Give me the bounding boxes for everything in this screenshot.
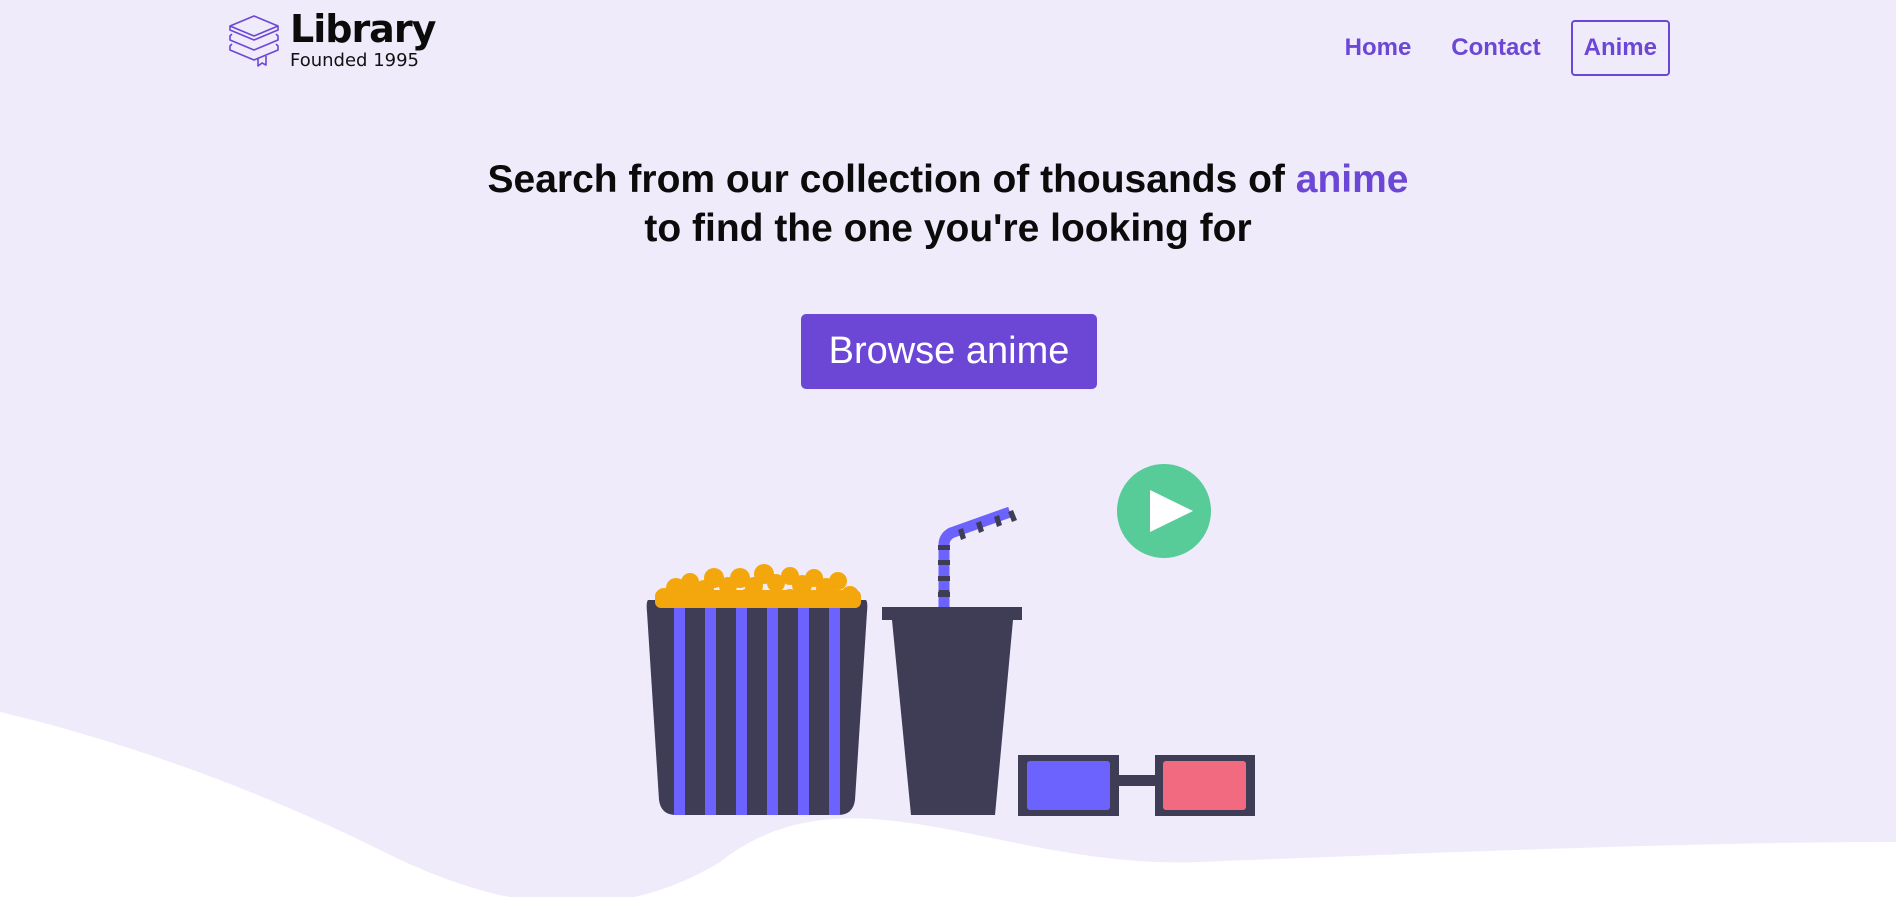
- page: Library Founded 1995 Home Contact Anime …: [0, 0, 1896, 897]
- drink-cup: [882, 607, 1022, 815]
- popcorn-bucket: [646, 600, 868, 815]
- straw: [938, 506, 1017, 607]
- 3d-glasses: [1018, 755, 1255, 816]
- popcorn: [655, 564, 861, 608]
- play-icon: [1117, 464, 1211, 558]
- cinema-illustration: [646, 464, 1255, 816]
